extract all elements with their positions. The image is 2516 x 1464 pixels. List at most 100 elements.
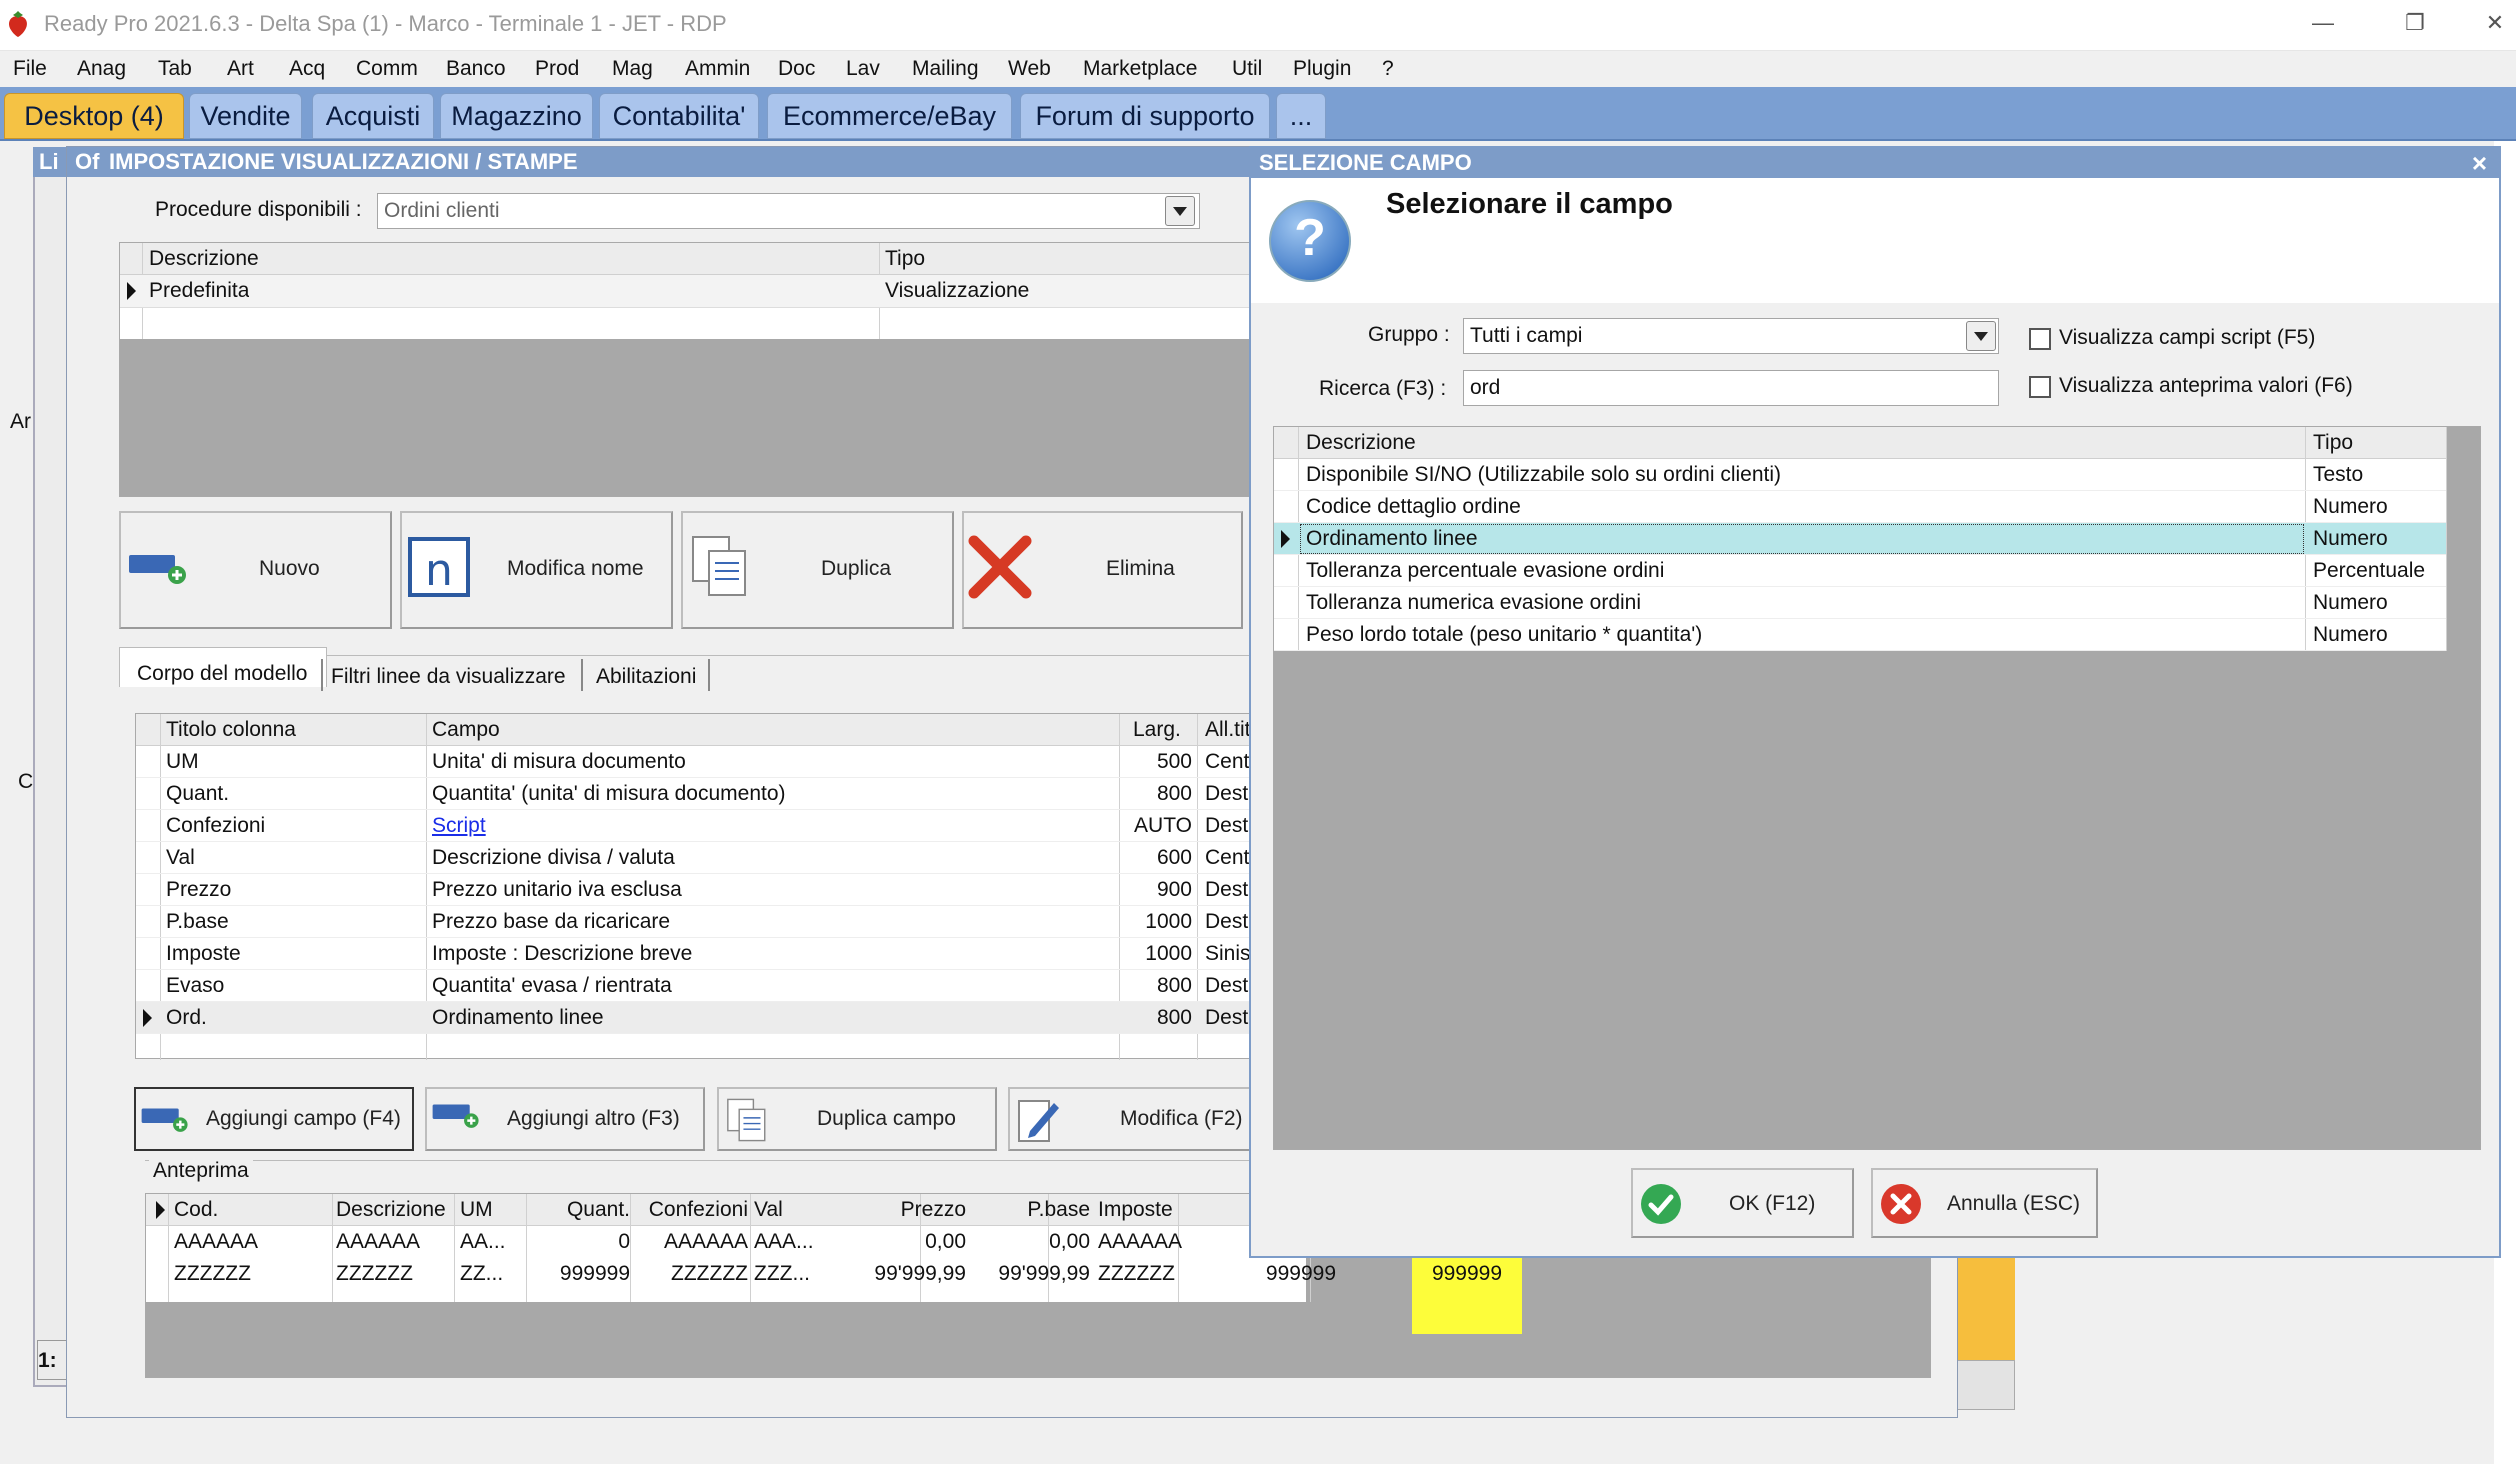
selezione-title: SELEZIONE CAMPO bbox=[1259, 150, 1472, 175]
procedure-select[interactable]: Ordini clienti bbox=[377, 193, 1200, 229]
table-row[interactable]: Imposte Imposte : Descrizione breve 1000 Si… bbox=[136, 938, 1312, 970]
col-campo: Prezzo unitario iva esclusa bbox=[432, 878, 682, 901]
table-row[interactable]: Val Descrizione divisa / valuta 600 Centro bbox=[136, 842, 1312, 874]
impostazione-title-prefix: Of bbox=[75, 149, 100, 174]
field-type: Numero bbox=[2313, 527, 2388, 550]
col-header-campo: Campo bbox=[432, 718, 500, 741]
modifica-nome-button[interactable]: n Modifica nome bbox=[400, 511, 673, 629]
preview-cell: AAAAAA bbox=[174, 1230, 259, 1253]
subtab-corpo[interactable]: Corpo del modello bbox=[137, 662, 307, 686]
table-row[interactable]: Confezioni Script AUTO Destra bbox=[136, 810, 1312, 842]
field-description: Peso lordo totale (peso unitario * quant… bbox=[1306, 623, 1703, 646]
menu-web[interactable]: Web bbox=[1008, 57, 1051, 81]
table-row[interactable]: Prezzo Prezzo unitario iva esclusa 900 Dest… bbox=[136, 874, 1312, 906]
dialog-close-icon[interactable]: × bbox=[2472, 148, 2487, 178]
add-field-icon bbox=[129, 555, 186, 584]
ok-button[interactable]: OK (F12) bbox=[1631, 1168, 1854, 1238]
nuovo-button[interactable]: Nuovo bbox=[119, 511, 392, 629]
field-type: Numero bbox=[2313, 591, 2388, 614]
field-description: Codice dettaglio ordine bbox=[1306, 495, 1521, 518]
table-row[interactable]: UM Unita' di misura documento 500 Centro bbox=[136, 746, 1312, 778]
tab-acquisti[interactable]: Acquisti bbox=[312, 93, 434, 139]
tab-more[interactable]: ... bbox=[1276, 93, 1326, 139]
tab-contabilita[interactable]: Contabilita' bbox=[599, 93, 759, 139]
strawberry-app-icon bbox=[9, 11, 27, 37]
preview-header: Quant. bbox=[566, 1198, 630, 1221]
columns-grid: Titolo colonna Campo Larg. All.titolo UM… bbox=[135, 713, 1313, 1060]
aggiungi-altro-button[interactable]: Aggiungi altro (F3) bbox=[425, 1087, 705, 1151]
menu-file[interactable]: File bbox=[13, 57, 47, 81]
menu-plugin[interactable]: Plugin bbox=[1293, 57, 1351, 81]
annulla-button[interactable]: Annulla (ESC) bbox=[1871, 1168, 2098, 1238]
preview-cell: 0,00 bbox=[1049, 1230, 1090, 1253]
procedure-dropdown-button[interactable] bbox=[1165, 196, 1195, 226]
col-larg: 1000 bbox=[1145, 910, 1192, 933]
preview-cell: 99'999,99 bbox=[874, 1262, 966, 1285]
menu-art[interactable]: Art bbox=[227, 57, 254, 81]
restore-button[interactable]: ❐ bbox=[2400, 8, 2430, 38]
subtab-abilitazioni[interactable]: Abilitazioni bbox=[596, 665, 696, 689]
tab-magazzino[interactable]: Magazzino bbox=[440, 93, 593, 139]
list-item[interactable]: Ordinamento linee Numero bbox=[1274, 523, 2446, 555]
ricerca-input[interactable]: ord bbox=[1463, 370, 1999, 406]
aggiungi-campo-button[interactable]: Aggiungi campo (F4) bbox=[134, 1087, 414, 1151]
table-row[interactable]: Evaso Quantita' evasa / rientrata 800 Destr… bbox=[136, 970, 1312, 1002]
close-window-button[interactable]: ✕ bbox=[2480, 8, 2510, 38]
menu-anag[interactable]: Anag bbox=[77, 57, 126, 81]
question-icon: ? bbox=[1269, 200, 1351, 282]
list-item[interactable]: Tolleranza percentuale evasione ordini Pe… bbox=[1274, 555, 2446, 587]
duplica-button[interactable]: Duplica bbox=[681, 511, 954, 629]
tab-forum[interactable]: Forum di supporto bbox=[1020, 93, 1270, 139]
models-header-tipo: Tipo bbox=[885, 247, 926, 270]
menu-lav[interactable]: Lav bbox=[846, 57, 880, 81]
chk-campi-script[interactable] bbox=[2029, 328, 2051, 350]
elimina-button[interactable]: Elimina bbox=[962, 511, 1243, 629]
ok-check-icon bbox=[1641, 1184, 1681, 1224]
chk-anteprima-valori[interactable] bbox=[2029, 376, 2051, 398]
gruppo-select[interactable]: Tutti i campi bbox=[1463, 318, 1999, 354]
delete-x-icon bbox=[968, 535, 1032, 599]
menu-banco[interactable]: Banco bbox=[446, 57, 506, 81]
menu-mag[interactable]: Mag bbox=[612, 57, 653, 81]
menu-prod[interactable]: Prod bbox=[535, 57, 579, 81]
chk-campi-script-label: Visualizza campi script (F5) bbox=[2059, 326, 2316, 349]
list-item[interactable]: Disponibile SI/NO (Utilizzabile solo su … bbox=[1274, 459, 2446, 491]
model-type: Visualizzazione bbox=[885, 279, 1030, 302]
table-row[interactable]: Quant. Quantita' (unita' di misura docume… bbox=[136, 778, 1312, 810]
preview-cell: 0,00 bbox=[925, 1230, 966, 1253]
menu-comm[interactable]: Comm bbox=[356, 57, 418, 81]
duplica-campo-button[interactable]: Duplica campo bbox=[717, 1087, 997, 1151]
menu-acq[interactable]: Acq bbox=[289, 57, 325, 81]
fields-grid: Descrizione Tipo Disponibile SI/NO (Util… bbox=[1273, 426, 2481, 1150]
menu-help[interactable]: ? bbox=[1382, 57, 1394, 81]
gruppo-label: Gruppo : bbox=[1368, 323, 1450, 346]
list-item[interactable]: Tolleranza numerica evasione ordini Numer… bbox=[1274, 587, 2446, 619]
menu-marketplace[interactable]: Marketplace bbox=[1083, 57, 1197, 81]
table-row[interactable]: Ord. Ordinamento linee 800 Destra bbox=[136, 1002, 1312, 1034]
menu-util[interactable]: Util bbox=[1232, 57, 1262, 81]
table-row[interactable]: P.base Prezzo base da ricaricare 1000 Destr… bbox=[136, 906, 1312, 938]
menu-tab[interactable]: Tab bbox=[158, 57, 192, 81]
model-name: Predefinita bbox=[149, 279, 250, 302]
minimize-button[interactable]: — bbox=[2308, 8, 2338, 38]
impostazione-title: IMPOSTAZIONE VISUALIZZAZIONI / STAMPE bbox=[109, 149, 578, 174]
list-item[interactable]: Peso lordo totale (peso unitario * quant… bbox=[1274, 619, 2446, 651]
subtab-filtri[interactable]: Filtri linee da visualizzare bbox=[331, 665, 566, 689]
menu-mailing[interactable]: Mailing bbox=[912, 57, 979, 81]
col-campo[interactable]: Script bbox=[432, 810, 486, 842]
gruppo-dropdown-button[interactable] bbox=[1966, 321, 1996, 351]
tab-desktop[interactable]: Desktop (4) bbox=[4, 93, 184, 139]
preview-cell: ZZZZZZ bbox=[336, 1262, 413, 1285]
menu-ammin[interactable]: Ammin bbox=[685, 57, 750, 81]
col-larg: 800 bbox=[1156, 1006, 1192, 1029]
menu-doc[interactable]: Doc bbox=[778, 57, 815, 81]
rename-icon: n bbox=[408, 537, 470, 597]
col-larg: AUTO bbox=[1134, 814, 1192, 837]
col-larg: 1000 bbox=[1145, 942, 1192, 965]
col-header-larg: Larg. bbox=[1133, 718, 1181, 741]
tab-vendite[interactable]: Vendite bbox=[189, 93, 302, 139]
field-description: Ordinamento linee bbox=[1306, 527, 1478, 550]
tab-ecommerce[interactable]: Ecommerce/eBay bbox=[767, 93, 1012, 139]
list-item[interactable]: Codice dettaglio ordine Numero bbox=[1274, 491, 2446, 523]
models-row[interactable]: Predefinita Visualizzazione bbox=[120, 275, 1298, 307]
